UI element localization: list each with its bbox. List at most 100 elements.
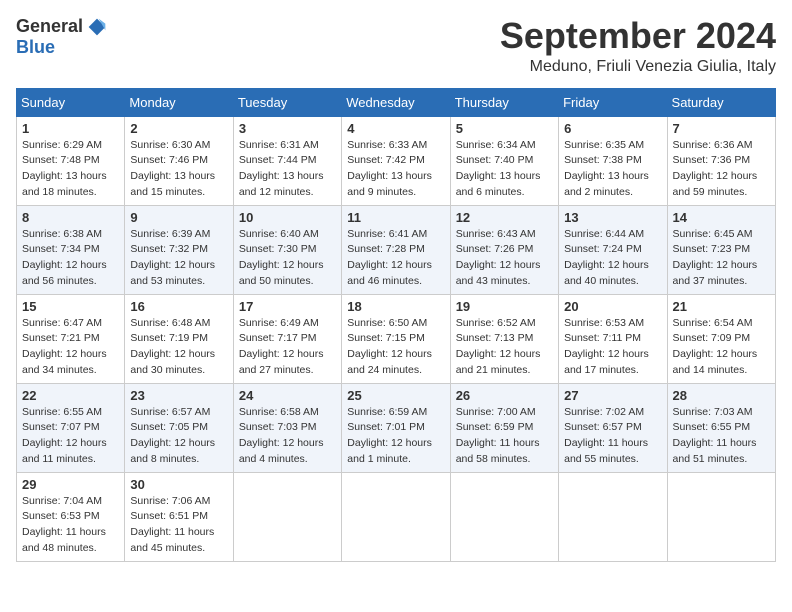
calendar-cell: 25 Sunrise: 6:59 AMSunset: 7:01 PMDayligh… (342, 383, 450, 472)
day-info: Sunrise: 7:03 AMSunset: 6:55 PMDaylight:… (673, 405, 770, 468)
day-number: 24 (239, 388, 336, 403)
day-info: Sunrise: 6:39 AMSunset: 7:32 PMDaylight:… (130, 227, 227, 290)
calendar-cell: 4 Sunrise: 6:33 AMSunset: 7:42 PMDaylight… (342, 116, 450, 205)
weekday-header-tuesday: Tuesday (233, 88, 341, 116)
day-number: 21 (673, 299, 770, 314)
location-title: Meduno, Friuli Venezia Giulia, Italy (500, 58, 776, 76)
day-info: Sunrise: 6:45 AMSunset: 7:23 PMDaylight:… (673, 227, 770, 290)
day-info: Sunrise: 7:04 AMSunset: 6:53 PMDaylight:… (22, 494, 119, 557)
calendar-week-row: 1 Sunrise: 6:29 AMSunset: 7:48 PMDaylight… (17, 116, 776, 205)
day-info: Sunrise: 6:33 AMSunset: 7:42 PMDaylight:… (347, 138, 444, 201)
calendar-cell: 3 Sunrise: 6:31 AMSunset: 7:44 PMDaylight… (233, 116, 341, 205)
calendar-cell (667, 472, 775, 561)
day-number: 11 (347, 210, 444, 225)
day-info: Sunrise: 6:47 AMSunset: 7:21 PMDaylight:… (22, 316, 119, 379)
calendar-cell: 21 Sunrise: 6:54 AMSunset: 7:09 PMDayligh… (667, 294, 775, 383)
day-info: Sunrise: 6:50 AMSunset: 7:15 PMDaylight:… (347, 316, 444, 379)
day-number: 18 (347, 299, 444, 314)
day-number: 6 (564, 121, 661, 136)
calendar-header-row: SundayMondayTuesdayWednesdayThursdayFrid… (17, 88, 776, 116)
day-number: 20 (564, 299, 661, 314)
day-info: Sunrise: 6:44 AMSunset: 7:24 PMDaylight:… (564, 227, 661, 290)
day-info: Sunrise: 7:06 AMSunset: 6:51 PMDaylight:… (130, 494, 227, 557)
calendar-week-row: 22 Sunrise: 6:55 AMSunset: 7:07 PMDayligh… (17, 383, 776, 472)
day-info: Sunrise: 6:48 AMSunset: 7:19 PMDaylight:… (130, 316, 227, 379)
calendar-cell (342, 472, 450, 561)
calendar-cell: 6 Sunrise: 6:35 AMSunset: 7:38 PMDaylight… (559, 116, 667, 205)
day-number: 19 (456, 299, 553, 314)
calendar-cell: 8 Sunrise: 6:38 AMSunset: 7:34 PMDaylight… (17, 205, 125, 294)
page-header: General Blue September 2024 Meduno, Friu… (16, 16, 776, 76)
day-number: 1 (22, 121, 119, 136)
day-info: Sunrise: 6:34 AMSunset: 7:40 PMDaylight:… (456, 138, 553, 201)
day-number: 23 (130, 388, 227, 403)
calendar-cell: 20 Sunrise: 6:53 AMSunset: 7:11 PMDayligh… (559, 294, 667, 383)
day-number: 12 (456, 210, 553, 225)
day-info: Sunrise: 6:38 AMSunset: 7:34 PMDaylight:… (22, 227, 119, 290)
weekday-header-sunday: Sunday (17, 88, 125, 116)
day-number: 22 (22, 388, 119, 403)
day-info: Sunrise: 6:31 AMSunset: 7:44 PMDaylight:… (239, 138, 336, 201)
day-number: 7 (673, 121, 770, 136)
day-info: Sunrise: 7:02 AMSunset: 6:57 PMDaylight:… (564, 405, 661, 468)
day-number: 5 (456, 121, 553, 136)
day-number: 14 (673, 210, 770, 225)
day-info: Sunrise: 6:57 AMSunset: 7:05 PMDaylight:… (130, 405, 227, 468)
day-number: 16 (130, 299, 227, 314)
day-info: Sunrise: 6:55 AMSunset: 7:07 PMDaylight:… (22, 405, 119, 468)
day-number: 27 (564, 388, 661, 403)
weekday-header-wednesday: Wednesday (342, 88, 450, 116)
day-info: Sunrise: 6:54 AMSunset: 7:09 PMDaylight:… (673, 316, 770, 379)
day-number: 8 (22, 210, 119, 225)
calendar-cell: 9 Sunrise: 6:39 AMSunset: 7:32 PMDaylight… (125, 205, 233, 294)
calendar-cell: 29Sunrise: 7:04 AMSunset: 6:53 PMDayligh… (17, 472, 125, 561)
day-number: 9 (130, 210, 227, 225)
day-info: Sunrise: 6:53 AMSunset: 7:11 PMDaylight:… (564, 316, 661, 379)
day-info: Sunrise: 6:35 AMSunset: 7:38 PMDaylight:… (564, 138, 661, 201)
day-info: Sunrise: 7:00 AMSunset: 6:59 PMDaylight:… (456, 405, 553, 468)
day-number: 13 (564, 210, 661, 225)
day-info: Sunrise: 6:43 AMSunset: 7:26 PMDaylight:… (456, 227, 553, 290)
calendar-cell: 16 Sunrise: 6:48 AMSunset: 7:19 PMDayligh… (125, 294, 233, 383)
day-number: 15 (22, 299, 119, 314)
month-title: September 2024 (500, 16, 776, 56)
logo-blue-text: Blue (16, 37, 55, 58)
day-info: Sunrise: 6:29 AMSunset: 7:48 PMDaylight:… (22, 138, 119, 201)
weekday-header-monday: Monday (125, 88, 233, 116)
calendar-cell: 14 Sunrise: 6:45 AMSunset: 7:23 PMDayligh… (667, 205, 775, 294)
calendar-table: SundayMondayTuesdayWednesdayThursdayFrid… (16, 88, 776, 562)
day-info: Sunrise: 6:41 AMSunset: 7:28 PMDaylight:… (347, 227, 444, 290)
day-number: 3 (239, 121, 336, 136)
calendar-cell: 1 Sunrise: 6:29 AMSunset: 7:48 PMDaylight… (17, 116, 125, 205)
day-info: Sunrise: 6:58 AMSunset: 7:03 PMDaylight:… (239, 405, 336, 468)
calendar-cell (450, 472, 558, 561)
calendar-cell: 18 Sunrise: 6:50 AMSunset: 7:15 PMDayligh… (342, 294, 450, 383)
calendar-cell: 17 Sunrise: 6:49 AMSunset: 7:17 PMDayligh… (233, 294, 341, 383)
calendar-cell: 26 Sunrise: 7:00 AMSunset: 6:59 PMDayligh… (450, 383, 558, 472)
calendar-cell: 22 Sunrise: 6:55 AMSunset: 7:07 PMDayligh… (17, 383, 125, 472)
day-info: Sunrise: 6:59 AMSunset: 7:01 PMDaylight:… (347, 405, 444, 468)
calendar-cell: 10 Sunrise: 6:40 AMSunset: 7:30 PMDayligh… (233, 205, 341, 294)
day-info: Sunrise: 6:40 AMSunset: 7:30 PMDaylight:… (239, 227, 336, 290)
calendar-cell: 24 Sunrise: 6:58 AMSunset: 7:03 PMDayligh… (233, 383, 341, 472)
day-number: 25 (347, 388, 444, 403)
weekday-header-friday: Friday (559, 88, 667, 116)
day-number: 17 (239, 299, 336, 314)
calendar-cell: 15 Sunrise: 6:47 AMSunset: 7:21 PMDayligh… (17, 294, 125, 383)
calendar-cell: 28 Sunrise: 7:03 AMSunset: 6:55 PMDayligh… (667, 383, 775, 472)
calendar-cell: 19 Sunrise: 6:52 AMSunset: 7:13 PMDayligh… (450, 294, 558, 383)
calendar-cell: 13 Sunrise: 6:44 AMSunset: 7:24 PMDayligh… (559, 205, 667, 294)
day-info: Sunrise: 6:49 AMSunset: 7:17 PMDaylight:… (239, 316, 336, 379)
day-number: 2 (130, 121, 227, 136)
day-number: 10 (239, 210, 336, 225)
day-number: 4 (347, 121, 444, 136)
day-number: 28 (673, 388, 770, 403)
weekday-header-thursday: Thursday (450, 88, 558, 116)
logo: General Blue (16, 16, 107, 58)
day-number: 26 (456, 388, 553, 403)
day-info: Sunrise: 6:52 AMSunset: 7:13 PMDaylight:… (456, 316, 553, 379)
logo-general-text: General (16, 16, 83, 37)
calendar-cell: 12 Sunrise: 6:43 AMSunset: 7:26 PMDayligh… (450, 205, 558, 294)
calendar-cell: 27 Sunrise: 7:02 AMSunset: 6:57 PMDayligh… (559, 383, 667, 472)
day-number: 30 (130, 477, 227, 492)
